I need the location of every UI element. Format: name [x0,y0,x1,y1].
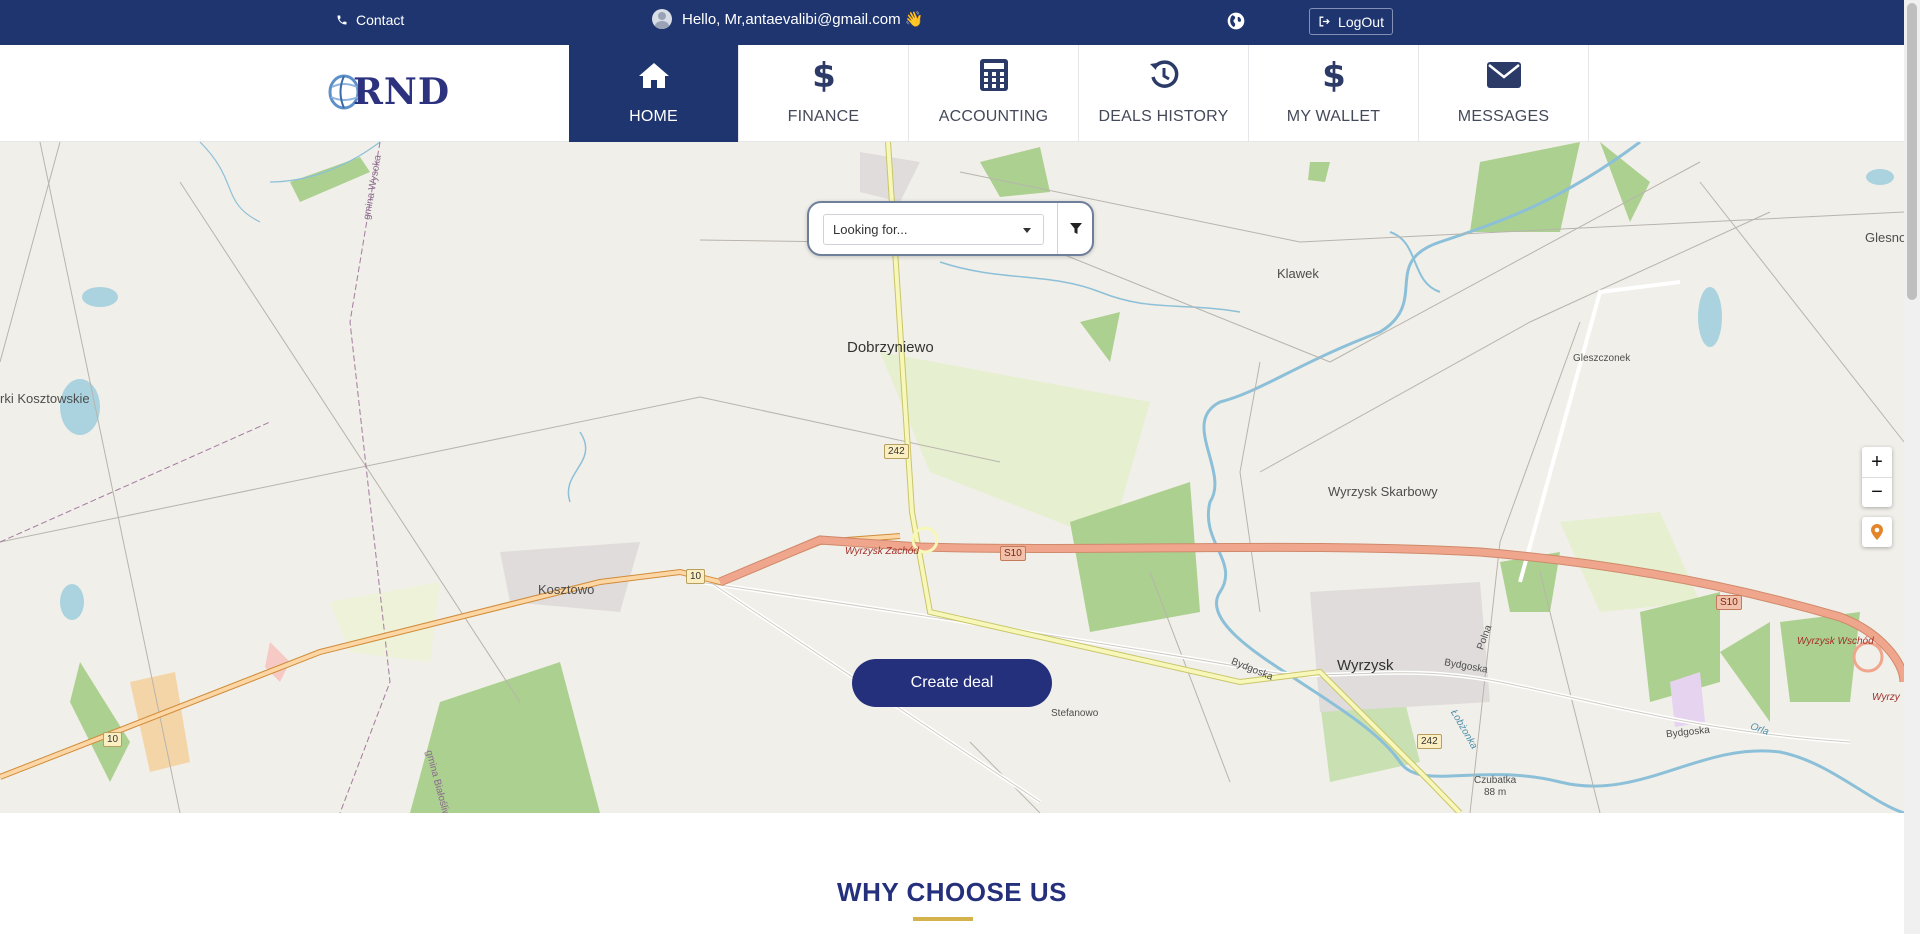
nav-label: ACCOUNTING [938,108,1049,125]
map-place-label: Wyrzysk Zachód [845,546,919,557]
zoom-out-button[interactable]: − [1862,477,1892,507]
road-shield: 242 [1417,734,1442,749]
main-navbar: RND HOME $ FINANCE ACCOUNTING DEALS HIST… [0,45,1904,142]
user-greeting: Hello, Mr,antaevalibi@gmail.com 👋 [652,9,924,29]
nav-label: HOME [629,108,678,125]
nav-label: MESSAGES [1457,108,1550,125]
map-place-label: Wyrzysk [1337,657,1394,674]
nav-item-my-wallet[interactable]: $ MY WALLET [1249,45,1419,142]
logo-text: RND [353,71,451,113]
history-icon [1149,60,1178,88]
nav-label: MY WALLET [1286,108,1381,125]
logout-label: LogOut [1338,13,1384,30]
svg-text:$: $ [814,57,834,93]
calculator-icon [979,59,1008,91]
map-place-label: Czubatka [1474,775,1517,786]
why-choose-us-section: WHY CHOOSE US [0,877,1904,921]
nav-item-messages[interactable]: MESSAGES [1419,45,1589,142]
map-place-label: Wyrzysk Skarbowy [1328,484,1438,499]
brand-logo[interactable]: RND [327,71,451,113]
nav-item-finance[interactable]: $ FINANCE [739,45,909,142]
locate-button[interactable] [1862,517,1892,547]
section-title: WHY CHOOSE US [837,877,1067,907]
nav-label: FINANCE [787,108,860,125]
filter-button[interactable] [1065,218,1087,240]
map-place-label: Stefanowo [1051,708,1099,719]
select-placeholder: Looking for... [833,222,908,237]
scrollbar-thumb[interactable] [1907,3,1917,300]
envelope-icon [1486,62,1521,88]
phone-icon [337,15,347,25]
greeting-text: Hello, Mr,antaevalibi@gmail.com 👋 [682,11,924,28]
top-bar: Contact Hello, Mr,antaevalibi@gmail.com … [0,0,1904,45]
map-place-label: Kosztowo [538,582,595,597]
chevron-down-icon [1023,228,1031,233]
divider [1057,203,1058,254]
logout-icon [1319,16,1330,27]
logout-button[interactable]: LogOut [1309,8,1393,35]
nav-item-home[interactable]: HOME [569,45,739,142]
title-underline [913,917,973,921]
nav-item-accounting[interactable]: ACCOUNTING [909,45,1079,142]
map-place-label: 88 m [1484,787,1507,798]
dollar-icon: $ [814,57,834,93]
globe-icon[interactable] [1226,11,1246,31]
road-shield: S10 [1716,595,1742,610]
road-shield: S10 [1000,546,1026,561]
map-view[interactable]: Dobrzyniewo Klawek Glesno Gleszczonek rk… [0,142,1904,813]
dollar-icon: $ [1324,57,1344,93]
zoom-in-button[interactable]: + [1862,447,1892,477]
contact-link[interactable]: Contact [336,12,404,28]
nav-label: DEALS HISTORY [1098,108,1229,125]
home-icon [638,63,669,88]
map-place-label: rki Kosztowskie [0,391,90,406]
map-marker-icon [1871,524,1883,540]
road-shield: 10 [103,732,123,747]
map-place-label: Klawek [1277,266,1319,281]
map-place-label: Gleszczonek [1573,353,1631,364]
search-panel: Looking for... [807,201,1094,256]
svg-text:$: $ [1324,57,1344,93]
road-shield: 10 [686,569,706,584]
map-place-label: Dobrzyniewo [847,339,934,356]
page-scrollbar[interactable] [1904,0,1920,934]
looking-for-select[interactable]: Looking for... [823,214,1044,245]
map-place-label: Wyrzysk Wschód [1797,636,1874,647]
create-deal-button[interactable]: Create deal [852,659,1052,707]
map-place-label: Wyrzy [1872,692,1900,703]
road-shield: 242 [884,444,909,459]
nav-item-deals-history[interactable]: DEALS HISTORY [1079,45,1249,142]
nav-menu: HOME $ FINANCE ACCOUNTING DEALS HISTORY … [569,45,1589,142]
map-place-label: Glesno [1865,230,1904,245]
zoom-control: + − [1862,447,1892,507]
avatar[interactable] [652,9,672,29]
filter-icon [1070,223,1082,234]
contact-label: Contact [356,12,405,28]
